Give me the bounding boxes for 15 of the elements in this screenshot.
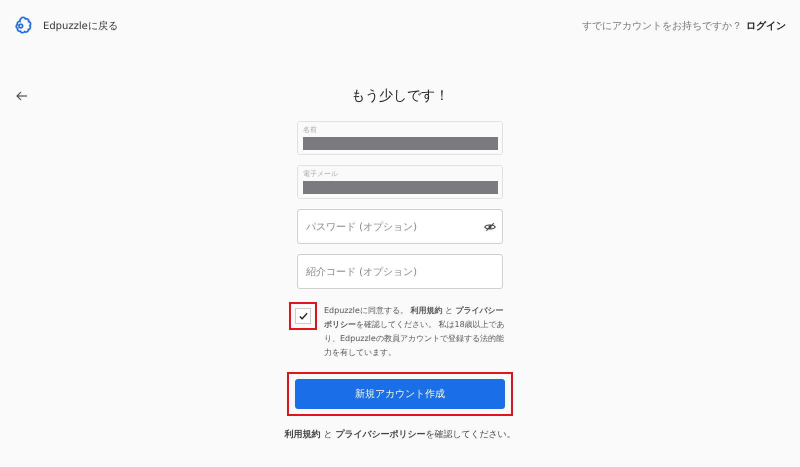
- back-arrow-icon[interactable]: [16, 91, 28, 101]
- checkmark-icon: [298, 312, 308, 320]
- checkbox[interactable]: [295, 308, 311, 324]
- password-field[interactable]: パスワード (オプション): [297, 209, 503, 244]
- page-title: もう少しです！: [351, 87, 449, 105]
- back-link[interactable]: Edpuzzleに戻る: [43, 19, 118, 33]
- field-placeholder: パスワード (オプション): [306, 220, 417, 234]
- eye-slash-icon[interactable]: [484, 222, 496, 232]
- login-link[interactable]: ログイン: [746, 19, 786, 33]
- login-prompt: すでにアカウントをお持ちですか？: [582, 20, 742, 33]
- field-placeholder: 紹介コード (オプション): [306, 266, 417, 278]
- terms-note: 利用規約 と プライバシーポリシーを確認してください。: [283, 428, 516, 441]
- create-account-button[interactable]: 新規アカウント作成: [295, 379, 505, 409]
- agreement-text: Edpuzzleに同意する。 利用規約 と プライバシーポリシーを確認してください。 私は18歳以上であり、Edpuzzleの教員アカウントで登録する法的能力を有しています。: [324, 305, 506, 359]
- input-field[interactable]: 紹介コード (オプション): [297, 254, 503, 289]
